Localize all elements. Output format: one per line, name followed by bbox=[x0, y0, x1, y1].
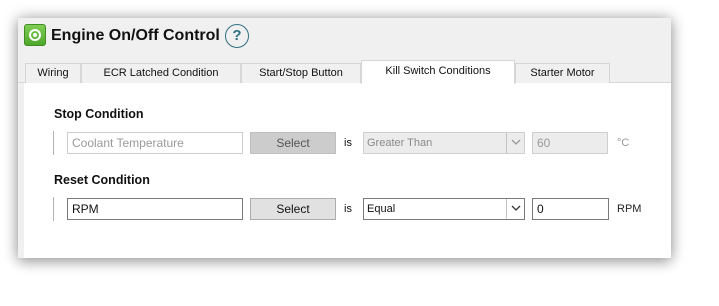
reset-operator-dropdown[interactable]: Equal bbox=[363, 198, 525, 220]
header: Engine On/Off Control ? bbox=[18, 18, 671, 60]
reset-unit-label: RPM bbox=[617, 203, 642, 215]
tab-bar: Wiring ECR Latched Condition Start/Stop … bbox=[18, 60, 671, 84]
stop-operator-dropdown[interactable]: Greater Than bbox=[363, 132, 525, 154]
reset-parameter-field[interactable]: RPM bbox=[67, 198, 243, 220]
tab-ecr-latched-condition[interactable]: ECR Latched Condition bbox=[81, 63, 241, 83]
reset-condition-title: Reset Condition bbox=[54, 173, 150, 187]
reset-is-label: is bbox=[344, 203, 352, 215]
reset-value-field[interactable]: 0 bbox=[532, 198, 609, 220]
tab-wiring[interactable]: Wiring bbox=[25, 63, 81, 83]
reset-condition-divider bbox=[53, 197, 54, 221]
tab-starter-motor[interactable]: Starter Motor bbox=[515, 63, 610, 83]
tab-kill-switch-conditions[interactable]: Kill Switch Conditions bbox=[361, 60, 515, 84]
help-icon[interactable]: ? bbox=[225, 24, 249, 48]
chevron-down-icon bbox=[506, 133, 524, 153]
stop-unit-label: °C bbox=[617, 137, 630, 149]
reset-operator-value: Equal bbox=[367, 203, 396, 215]
engine-power-icon bbox=[24, 24, 46, 46]
engine-control-window: Engine On/Off Control ? Wiring ECR Latch… bbox=[18, 18, 671, 258]
reset-select-button[interactable]: Select bbox=[250, 198, 336, 220]
page-title: Engine On/Off Control bbox=[51, 27, 220, 44]
stop-condition-divider bbox=[53, 131, 54, 155]
chevron-down-icon bbox=[506, 199, 524, 219]
kill-switch-panel: Stop Condition Coolant Temperature Selec… bbox=[24, 83, 671, 258]
stop-is-label: is bbox=[344, 137, 352, 149]
stop-select-button[interactable]: Select bbox=[250, 132, 336, 154]
tab-start-stop-button[interactable]: Start/Stop Button bbox=[241, 63, 361, 83]
stop-parameter-field[interactable]: Coolant Temperature bbox=[67, 132, 243, 154]
stop-value-field[interactable]: 60 bbox=[532, 132, 608, 154]
stop-operator-value: Greater Than bbox=[367, 137, 433, 149]
stop-condition-title: Stop Condition bbox=[54, 107, 144, 121]
